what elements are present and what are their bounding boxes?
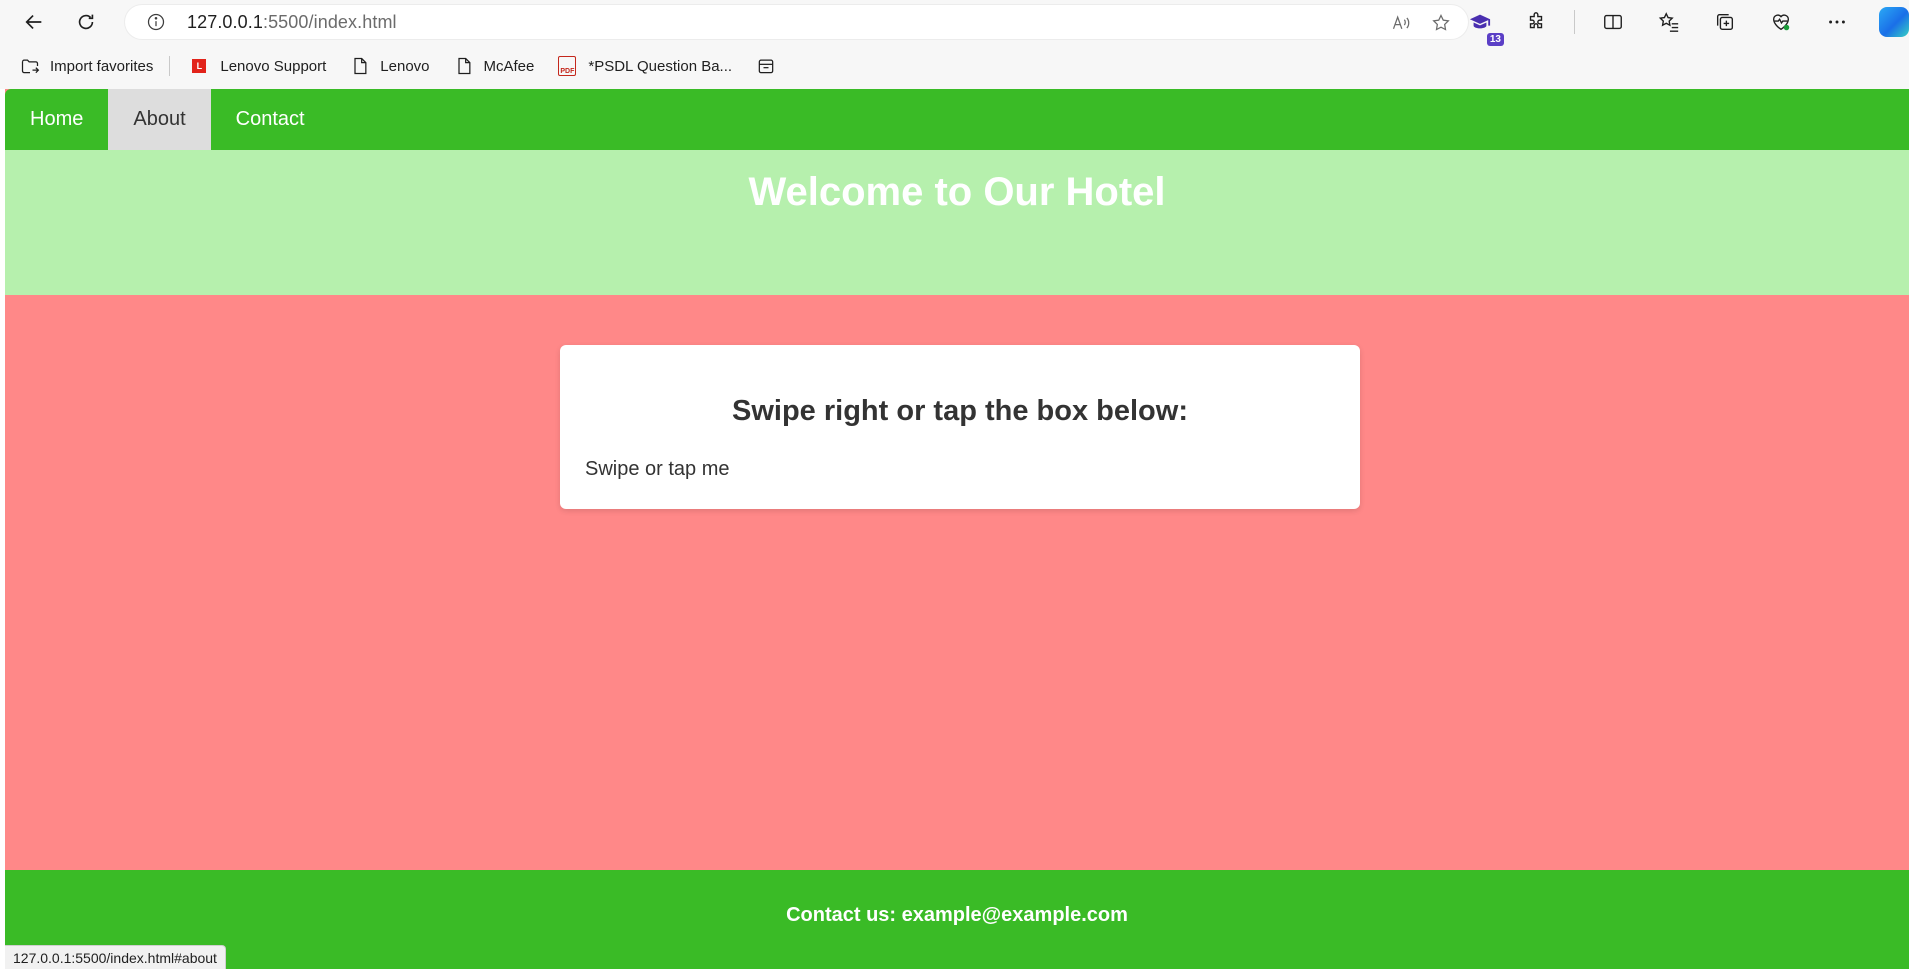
import-favorites-icon [21,59,40,74]
hero-title: Welcome to Our Hotel [748,170,1166,214]
url-host: 127.0.0.1 [187,11,263,32]
nav-contact[interactable]: Contact [211,89,330,150]
copilot-icon[interactable] [1879,7,1909,37]
bookmark-import-favorites[interactable]: Import favorites [16,51,157,81]
favorite-star-button[interactable] [1428,10,1454,36]
split-screen-icon [1604,14,1622,30]
settings-more-button[interactable] [1819,4,1855,40]
puzzle-icon [1529,12,1543,29]
site-footer: Contact us: example@example.com [5,870,1909,969]
bookmark-psdl-question-bank[interactable]: PDF *PSDL Question Ba... [554,51,736,81]
swipe-card: Swipe right or tap the box below: Swipe … [560,345,1360,509]
bookmark-lenovo[interactable]: Lenovo [346,51,433,81]
extensions-button[interactable] [1518,4,1554,40]
split-screen-button[interactable] [1595,4,1631,40]
bookmarks-divider [169,56,171,76]
star-icon [1432,14,1450,31]
bookmark-label: Import favorites [50,57,154,75]
address-bar[interactable]: 127.0.0.1:5500/index.html [125,5,1468,39]
more-dots-icon [1829,20,1845,24]
graduation-cap-icon [1469,14,1491,29]
toolbar-divider [1574,10,1575,34]
bookmark-label: Lenovo Support [220,57,327,75]
reload-icon [78,14,94,30]
read-aloud-button[interactable] [1388,10,1414,36]
back-button[interactable] [16,4,52,40]
url-text[interactable]: 127.0.0.1:5500/index.html [187,12,397,33]
reload-button[interactable] [68,4,104,40]
bookmark-lenovo-support[interactable]: L Lenovo Support [186,51,330,81]
page-icon [457,57,470,75]
swipe-box[interactable]: Swipe or tap me [585,458,730,481]
page-icon [354,57,367,75]
favorites-button[interactable] [1651,4,1687,40]
site-navbar: Home About Contact [5,89,1909,150]
heart-pulse-icon [1772,14,1790,31]
bookmark-folder-icon [758,59,774,74]
bookmark-mcafee[interactable]: McAfee [450,51,539,81]
site-info-icon[interactable] [145,11,167,33]
bookmark-more[interactable] [752,51,790,81]
collections-icon [1716,13,1734,31]
collections-button[interactable] [1707,4,1743,40]
bookmarks-bar: Import favorites L Lenovo Support Lenovo… [0,48,1909,84]
page-viewport: Home About Contact Welcome to Our Hotel … [5,89,1909,969]
nav-about[interactable]: About [108,89,211,150]
browser-toolbar: 127.0.0.1:5500/index.html 13 [0,0,1909,46]
card-title: Swipe right or tap the box below: [732,395,1188,427]
url-path: :5500/index.html [262,11,397,32]
bookmark-label: *PSDL Question Ba... [588,57,733,75]
link-status-bar: 127.0.0.1:5500/index.html#about [5,945,226,969]
hero-header: Welcome to Our Hotel [5,150,1909,295]
footer-contact: Contact us: example@example.com [786,904,1128,926]
bookmark-label: McAfee [483,57,535,75]
back-arrow-icon [25,14,42,30]
extension-badge: 13 [1486,33,1504,46]
bookmark-label: Lenovo [380,57,430,75]
browser-essentials-button[interactable] [1763,4,1799,40]
browser-chrome: 127.0.0.1:5500/index.html 13 Import favo… [0,0,1909,89]
read-aloud-icon [1392,15,1410,30]
pdf-icon: PDF [558,56,577,76]
extension-button[interactable]: 13 [1462,4,1504,46]
nav-home[interactable]: Home [5,89,108,150]
lenovo-icon: L [192,59,207,73]
favorites-list-icon [1658,12,1679,32]
